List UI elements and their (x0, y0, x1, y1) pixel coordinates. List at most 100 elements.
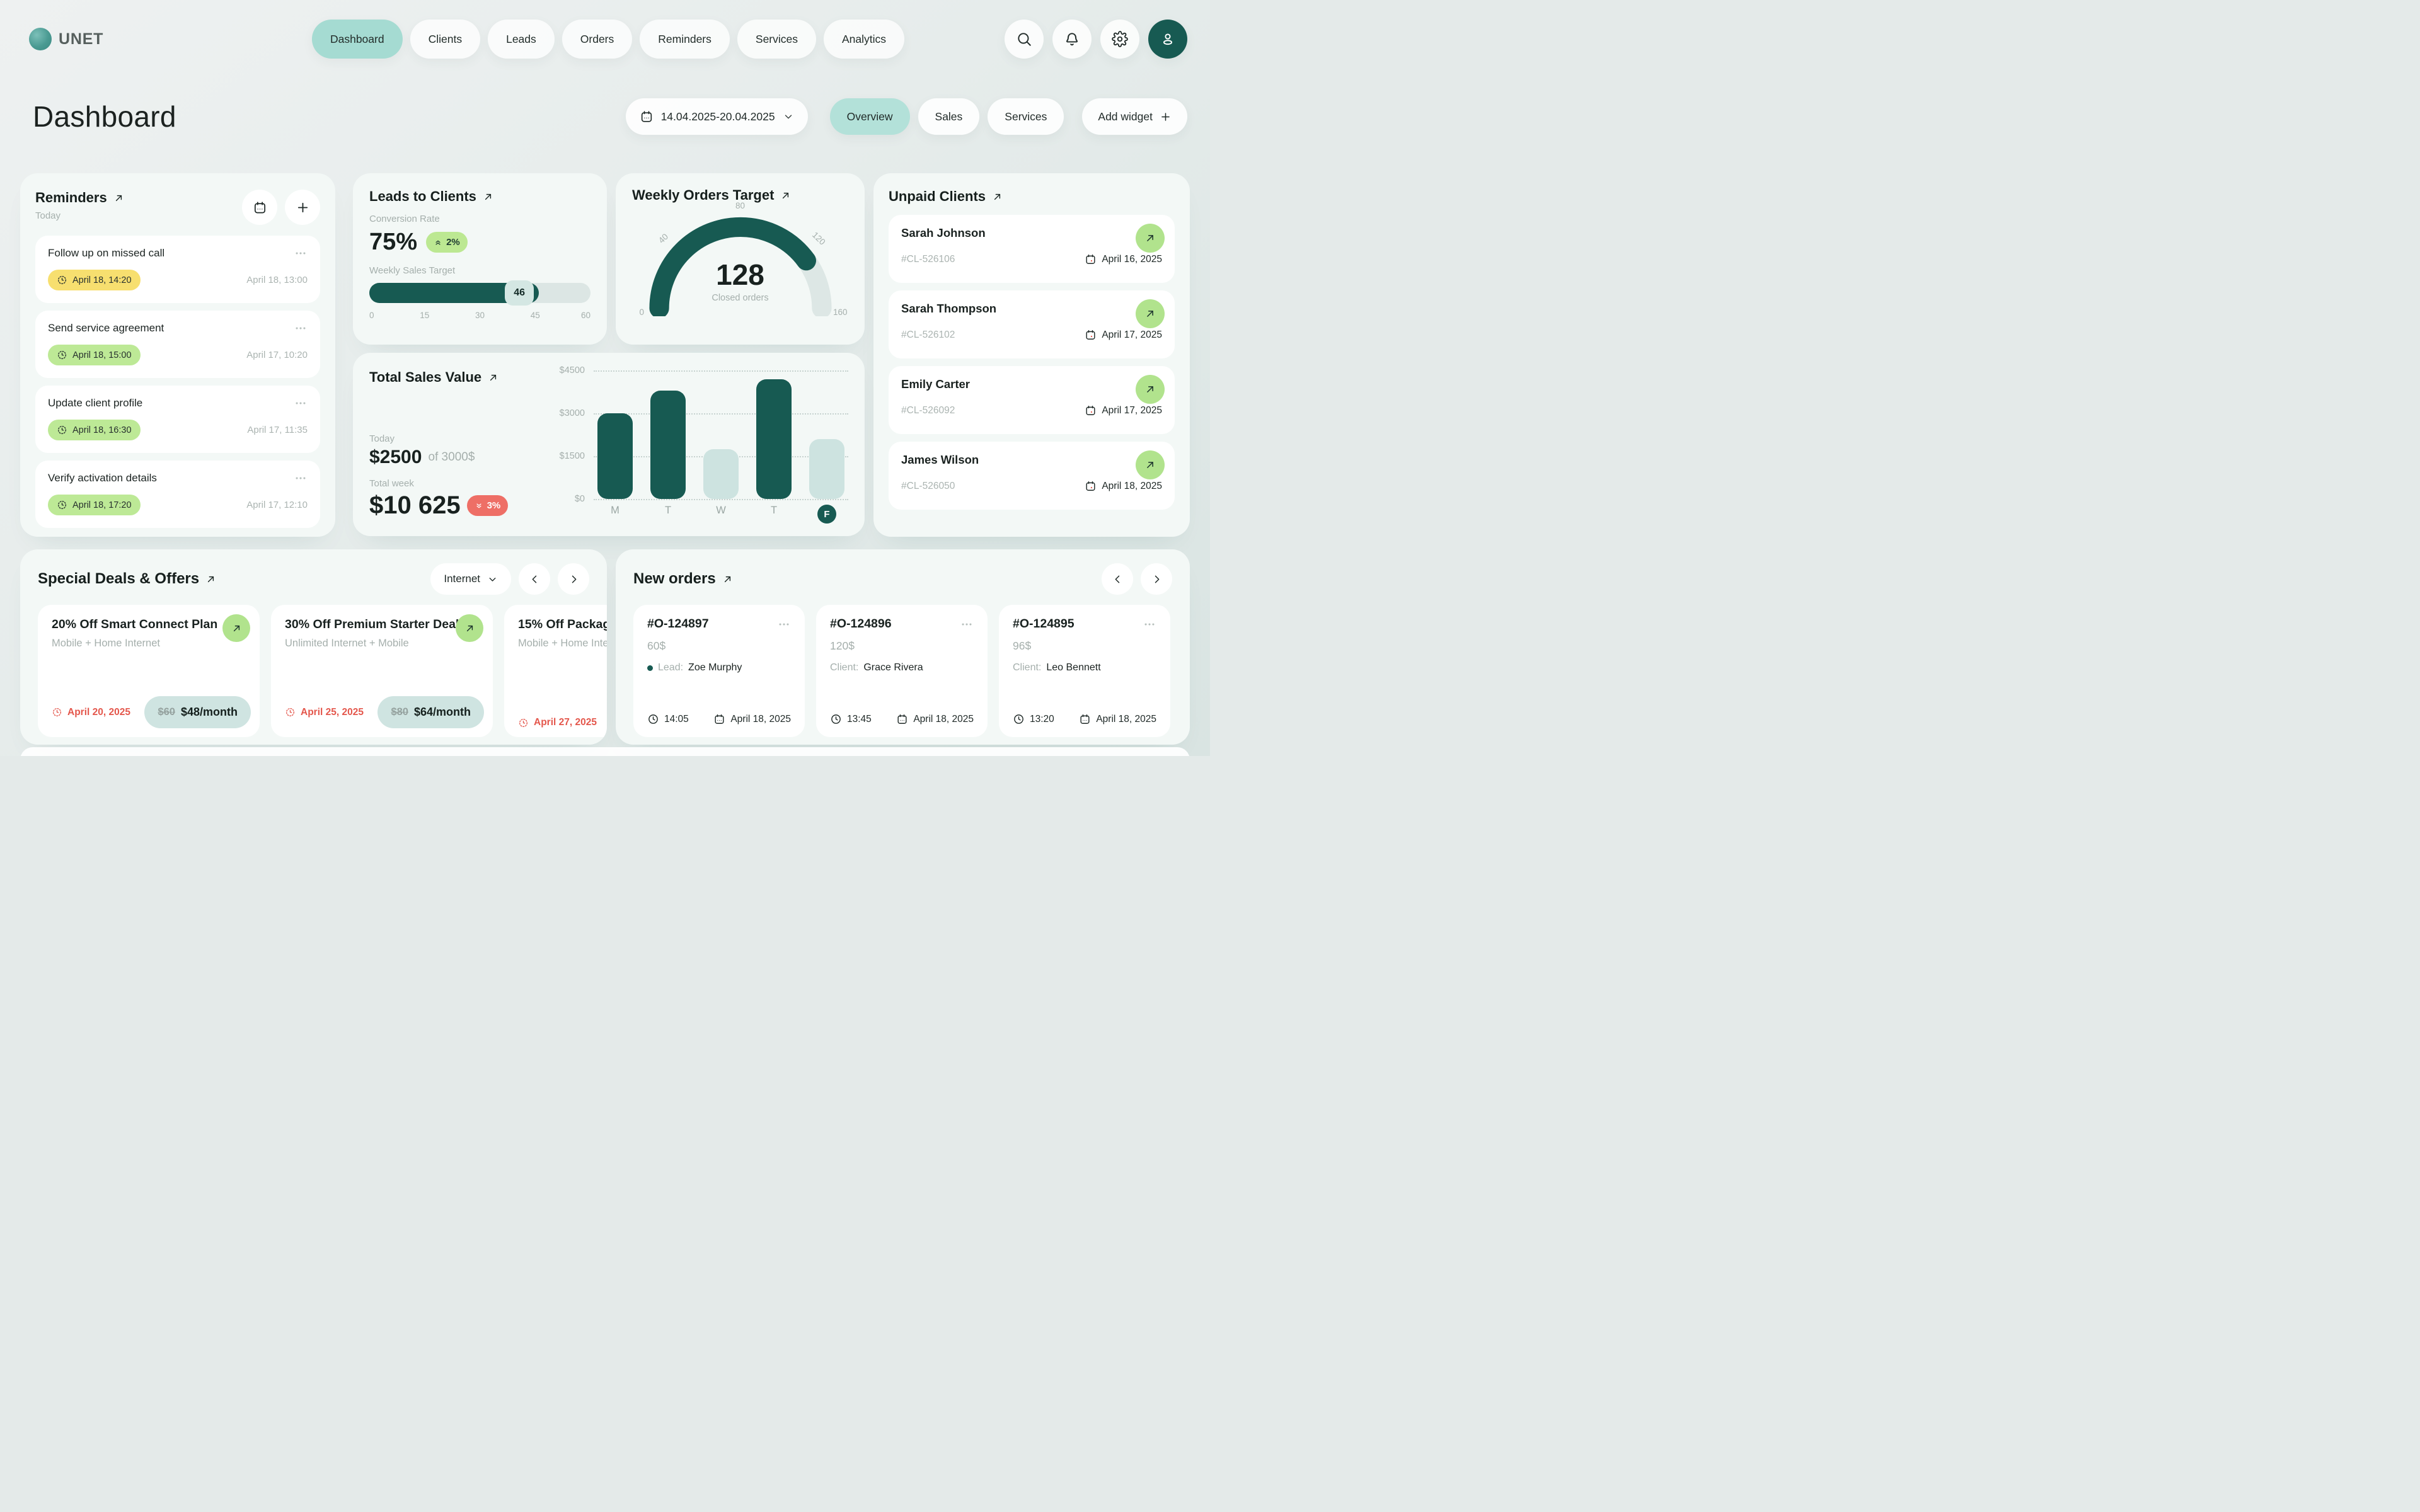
gauge-tick: 80 (735, 201, 745, 210)
deal-card[interactable]: 20% Off Smart Connect Plan Mobile + Home… (38, 605, 260, 737)
open-client-button[interactable] (1136, 224, 1165, 253)
open-client-button[interactable] (1136, 450, 1165, 479)
arrow-up-right-icon (113, 193, 124, 203)
topbar: UNET Dashboard Clients Leads Orders Remi… (29, 19, 1187, 59)
reminders-add-button[interactable] (285, 190, 320, 225)
person-label: Client: (1013, 662, 1041, 673)
date-range-picker[interactable]: 14.04.2025-20.04.2025 (626, 98, 808, 135)
weekly-sales-bar-chart: $4500 $3000 $1500 $0 M (553, 369, 848, 520)
nav-item-services[interactable]: Services (737, 20, 816, 59)
orders-prev-button[interactable] (1102, 563, 1133, 595)
due-time-badge: April 18, 14:20 (48, 270, 141, 290)
nav-item-reminders[interactable]: Reminders (640, 20, 730, 59)
client-card[interactable]: Sarah Johnson #CL-526106 April 16, 2025 (889, 215, 1175, 283)
gauge-title: Weekly Orders Target (632, 187, 774, 203)
unpaid-clients-title-link[interactable]: Unpaid Clients (889, 188, 1175, 205)
new-orders-title: New orders (633, 570, 716, 588)
client-card[interactable]: Emily Carter #CL-526092 April 17, 2025 (889, 366, 1175, 434)
deals-prev-button[interactable] (519, 563, 550, 595)
order-menu-button[interactable] (1143, 617, 1156, 631)
profile-avatar[interactable] (1148, 20, 1187, 59)
chevron-left-icon (1112, 573, 1124, 585)
brand-logo[interactable]: UNET (29, 28, 103, 50)
nav-item-clients[interactable]: Clients (410, 20, 481, 59)
chevrons-down-icon (475, 501, 483, 510)
reminder-menu-button[interactable] (294, 396, 308, 410)
arrow-up-right-icon (1144, 232, 1156, 244)
add-widget-button[interactable]: Add widget (1082, 98, 1187, 135)
chevron-down-icon (487, 574, 498, 585)
reminders-calendar-button[interactable] (242, 190, 277, 225)
order-card[interactable]: #O-124895 96$ Client: Leo Bennett 13:20 … (999, 605, 1170, 737)
nav-item-orders[interactable]: Orders (562, 20, 632, 59)
chevron-right-icon (568, 573, 580, 585)
orders-list: #O-124897 60$ Lead: Zoe Murphy 14:05 (633, 605, 1172, 737)
deals-next-button[interactable] (558, 563, 589, 595)
dots-icon (294, 471, 308, 485)
open-client-button[interactable] (1136, 375, 1165, 404)
tab-services[interactable]: Services (988, 98, 1064, 135)
client-card[interactable]: Sarah Thompson #CL-526102 April 17, 2025 (889, 290, 1175, 358)
unpaid-clients-title: Unpaid Clients (889, 188, 986, 205)
main-nav: Dashboard Clients Leads Orders Reminders… (312, 20, 904, 59)
order-card[interactable]: #O-124897 60$ Lead: Zoe Murphy 14:05 (633, 605, 805, 737)
deal-card[interactable]: 15% Off Package Mobile + Home Internet A… (504, 605, 607, 737)
chevron-down-icon (783, 111, 794, 122)
reminders-title-link[interactable]: Reminders (35, 190, 124, 206)
nav-item-analytics[interactable]: Analytics (824, 20, 904, 59)
notifications-button[interactable] (1052, 20, 1092, 59)
arrow-up-right-icon (1144, 459, 1156, 471)
total-sales-title-link[interactable]: Total Sales Value (369, 369, 553, 386)
deal-subtitle: Mobile + Home Internet (518, 638, 607, 650)
reminder-item[interactable]: Update client profile April 18, 16:30 Ap… (35, 386, 320, 453)
orders-next-button[interactable] (1141, 563, 1172, 595)
reminder-menu-button[interactable] (294, 471, 308, 485)
reminder-item[interactable]: Follow up on missed call April 18, 14:20… (35, 236, 320, 303)
client-id: #CL-526102 (901, 329, 955, 341)
client-card[interactable]: James Wilson #CL-526050 April 18, 2025 (889, 442, 1175, 510)
unpaid-clients-panel: Unpaid Clients Sarah Johnson #CL-526106 … (873, 173, 1190, 537)
bell-icon (1064, 31, 1080, 47)
leads-title-link[interactable]: Leads to Clients (369, 188, 591, 205)
order-menu-button[interactable] (960, 617, 974, 631)
new-orders-title-link[interactable]: New orders (633, 570, 733, 588)
reminder-created-at: April 18, 13:00 (246, 275, 308, 285)
open-deal-button[interactable] (222, 614, 250, 642)
progress-value-badge: 46 (505, 280, 534, 306)
reminder-menu-button[interactable] (294, 246, 308, 260)
progress-scale: 0 15 30 45 60 (369, 311, 591, 321)
reminder-created-at: April 17, 10:20 (246, 350, 308, 360)
open-client-button[interactable] (1136, 299, 1165, 328)
nav-item-leads[interactable]: Leads (488, 20, 555, 59)
dots-icon (294, 246, 308, 260)
calendar-icon (253, 200, 267, 215)
deal-card[interactable]: 30% Off Premium Starter Deal Unlimited I… (271, 605, 493, 737)
search-button[interactable] (1005, 20, 1044, 59)
deals-category-filter[interactable]: Internet (430, 563, 511, 595)
deal-price-badge: $60 $48/month (144, 696, 251, 728)
calendar-icon (713, 713, 725, 725)
tab-overview[interactable]: Overview (830, 98, 910, 135)
open-deal-button[interactable] (456, 614, 483, 642)
tab-sales[interactable]: Sales (918, 98, 980, 135)
user-icon (1160, 31, 1176, 47)
deals-list: 20% Off Smart Connect Plan Mobile + Home… (38, 605, 589, 737)
reminder-menu-button[interactable] (294, 321, 308, 335)
weekly-sales-progress-bar: 46 (369, 283, 591, 303)
plus-icon (1160, 111, 1172, 123)
clock-dashed-icon (57, 350, 67, 360)
client-due-date: April 16, 2025 (1085, 253, 1162, 265)
nav-item-dashboard[interactable]: Dashboard (312, 20, 403, 59)
special-deals-title-link[interactable]: Special Deals & Offers (38, 570, 216, 588)
client-id: #CL-526106 (901, 254, 955, 265)
client-name: Sarah Thompson (901, 302, 1162, 316)
today-sales-value: $2500 (369, 447, 422, 468)
order-card[interactable]: #O-124896 120$ Client: Grace Rivera 13:4… (816, 605, 988, 737)
reminder-item[interactable]: Verify activation details April 18, 17:2… (35, 461, 320, 528)
order-menu-button[interactable] (777, 617, 791, 631)
reminder-item[interactable]: Send service agreement April 18, 15:00 A… (35, 311, 320, 378)
settings-button[interactable] (1100, 20, 1139, 59)
deal-old-price: $60 (158, 706, 175, 718)
chart-y-axis: $4500 $3000 $1500 $0 (553, 370, 594, 499)
dots-icon (294, 396, 308, 410)
